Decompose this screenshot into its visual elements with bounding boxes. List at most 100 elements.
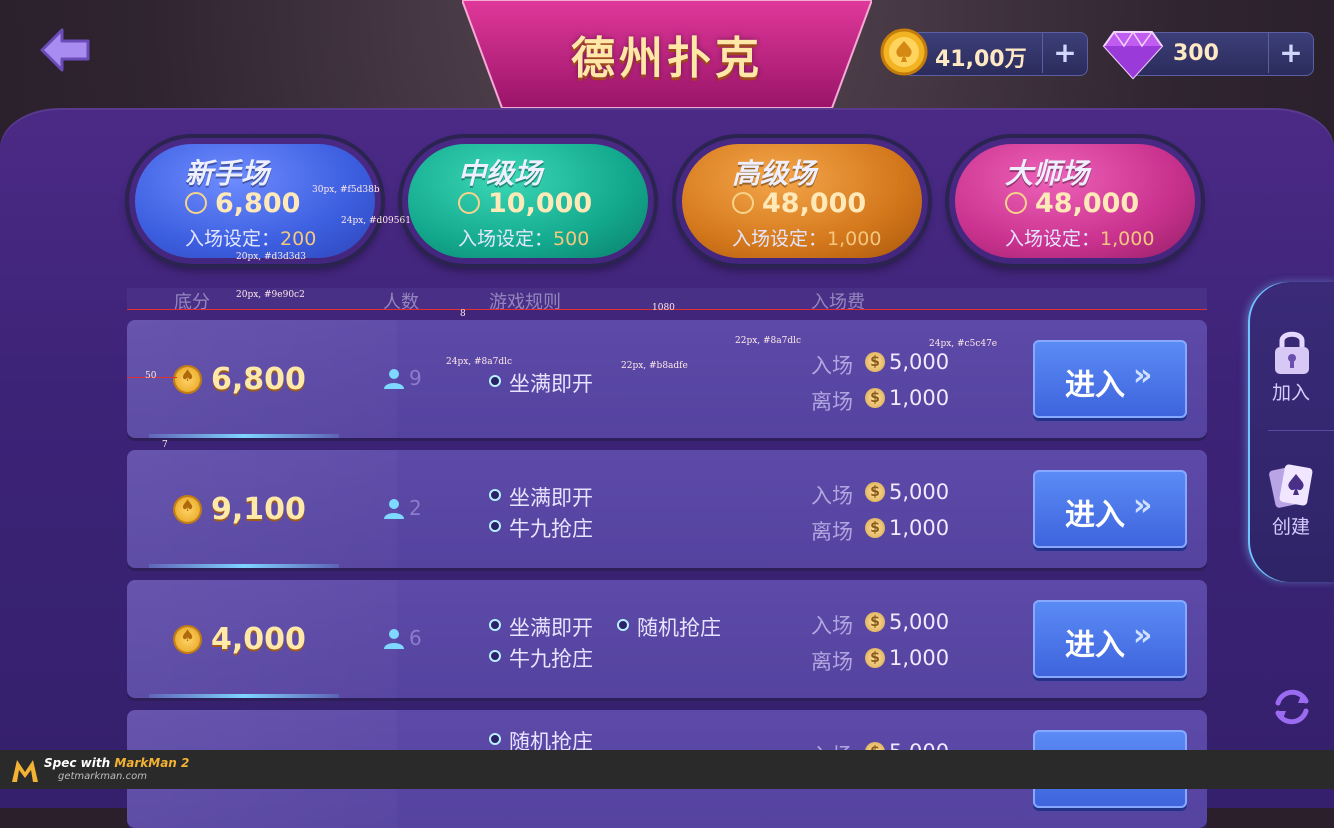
- fee-coin-icon: [865, 612, 885, 632]
- fee-coin-icon: [865, 388, 885, 408]
- table-row: 9,100 2 坐满即开 牛九抢庄 入场 5,000 离场 1,000 进入 »: [127, 450, 1207, 568]
- add-coins-button[interactable]: +: [1042, 33, 1087, 73]
- enter-fee-value: 5,000: [889, 350, 950, 374]
- base-score: 6,800: [211, 362, 306, 397]
- spec-annotation: 24px, #8a7dlc: [446, 357, 513, 367]
- side-panel: 加入 创建: [1248, 282, 1334, 582]
- cards-icon[interactable]: [1268, 462, 1314, 512]
- table-row: 6,800 9 坐满即开 入场 5,000 离场 1,000 进入 »: [127, 320, 1207, 438]
- leave-fee-label: 离场: [811, 520, 853, 544]
- setting-label: 入场设定：: [185, 228, 281, 250]
- spec-annotation: 50: [145, 371, 157, 381]
- spec-annotation: 20px, #9e90c2: [236, 290, 305, 300]
- enter-fee-label: 入场: [811, 484, 853, 508]
- fee-coin-icon: [865, 648, 885, 668]
- level-amount: 10,000: [488, 188, 593, 219]
- enter-button[interactable]: 进入 »: [1033, 600, 1187, 678]
- setting-value: 200: [280, 228, 317, 250]
- base-score: 9,100: [211, 492, 306, 527]
- spec-annotation: 24px, #c5c47e: [929, 339, 998, 349]
- fee-coin-icon: [865, 482, 885, 502]
- rule-item: 坐满即开: [489, 612, 593, 642]
- coin-balance: 41,00万 +: [904, 32, 1088, 76]
- double-chevron-icon: »: [1133, 488, 1153, 523]
- user-icon: [384, 499, 404, 519]
- markman-logo-icon: [12, 760, 38, 782]
- gem-value: 300: [1173, 41, 1219, 66]
- player-count: 2: [409, 496, 422, 520]
- spec-annotation: 1080: [652, 303, 675, 313]
- level-amount: 6,800: [215, 188, 301, 219]
- rule-item: 坐满即开: [489, 482, 593, 512]
- rule-item: 牛九抢庄: [489, 643, 593, 673]
- leave-fee-value: 1,000: [889, 516, 950, 540]
- enter-button[interactable]: 进入 »: [1033, 340, 1187, 418]
- refresh-icon[interactable]: [1270, 685, 1314, 729]
- row-glow: [149, 434, 339, 438]
- coin-value: 41,00万: [935, 47, 1027, 72]
- leave-fee-value: 1,000: [889, 646, 950, 670]
- double-chevron-icon: »: [1133, 358, 1153, 393]
- user-icon: [384, 369, 404, 389]
- spec-annotation: 22px, #b8adfe: [621, 361, 688, 371]
- table-row: 4,000 6 坐满即开 随机抢庄 牛九抢庄 入场 5,000 离场 1,000…: [127, 580, 1207, 698]
- level-amount: 48,000: [1035, 188, 1140, 219]
- level-setting: 入场设定：1,000: [1005, 224, 1154, 251]
- join-label[interactable]: 加入: [1272, 378, 1310, 405]
- spade-coin-icon: [175, 496, 200, 522]
- level-name: 新手场: [185, 157, 270, 190]
- player-count: 9: [409, 366, 422, 390]
- spade-coin-icon: [732, 192, 754, 214]
- enter-fee-label: 入场: [811, 614, 853, 638]
- base-score: 4,000: [211, 622, 306, 657]
- footer-url[interactable]: getmarkman.com: [58, 771, 147, 782]
- column-fee: 入场费: [811, 292, 865, 313]
- level-setting: 入场设定：200: [185, 224, 316, 251]
- enter-button[interactable]: 进入 »: [1033, 470, 1187, 548]
- enter-button-label: 进入: [1065, 368, 1125, 403]
- side-divider: [1268, 430, 1334, 431]
- footer-brand: MarkMan 2: [114, 756, 190, 770]
- level-card-beginner[interactable]: 新手场 6,800 入场设定：200: [129, 138, 381, 264]
- rule-item: 坐满即开: [489, 368, 593, 398]
- back-arrow-icon[interactable]: [38, 26, 92, 74]
- setting-label: 入场设定：: [458, 228, 554, 250]
- player-count: 6: [409, 626, 422, 650]
- fee-coin-icon: [865, 518, 885, 538]
- setting-value: 500: [553, 228, 590, 250]
- leave-fee-value: 1,000: [889, 386, 950, 410]
- level-card-intermediate[interactable]: 中级场 10,000 入场设定：500: [402, 138, 654, 264]
- level-card-master[interactable]: 大师场 48,000 入场设定：1,000: [949, 138, 1201, 264]
- column-rules: 游戏规则: [489, 292, 561, 313]
- enter-fee-value: 5,000: [889, 610, 950, 634]
- level-name: 中级场: [458, 157, 543, 190]
- add-gems-button[interactable]: +: [1268, 33, 1313, 73]
- double-chevron-icon: »: [1133, 618, 1153, 653]
- create-label[interactable]: 创建: [1272, 512, 1310, 539]
- setting-value: 1,000: [1100, 228, 1155, 250]
- level-amount: 48,000: [762, 188, 867, 219]
- setting-value: 1,000: [827, 228, 882, 250]
- user-icon: [384, 629, 404, 649]
- spec-annotation: 30px, #f5d38b: [312, 185, 380, 195]
- spade-coin-icon: [458, 192, 480, 214]
- level-card-advanced[interactable]: 高级场 48,000 入场设定：1,000: [676, 138, 928, 264]
- row-glow: [149, 564, 339, 568]
- lock-icon[interactable]: [1272, 328, 1312, 376]
- markman-footer: Spec with MarkMan 2 getmarkman.com: [0, 750, 1334, 789]
- spade-coin-icon: [185, 192, 207, 214]
- enter-fee-label: 入场: [811, 354, 853, 378]
- gold-coin-icon: [880, 28, 928, 76]
- spec-annotation: 22px, #8a7dlc: [735, 336, 802, 346]
- footer-line1: Spec with MarkMan 2: [44, 756, 189, 770]
- spade-coin-icon: [1005, 192, 1027, 214]
- setting-label: 入场设定：: [1005, 228, 1101, 250]
- level-setting: 入场设定：500: [458, 224, 589, 251]
- footer-prefix: Spec with: [44, 756, 115, 770]
- page-title: 德州扑克: [571, 33, 763, 84]
- leave-fee-label: 离场: [811, 650, 853, 674]
- enter-fee-value: 5,000: [889, 480, 950, 504]
- spade-coin-icon: [175, 626, 200, 652]
- row-glow: [149, 694, 339, 698]
- spec-annotation: 7: [162, 440, 168, 450]
